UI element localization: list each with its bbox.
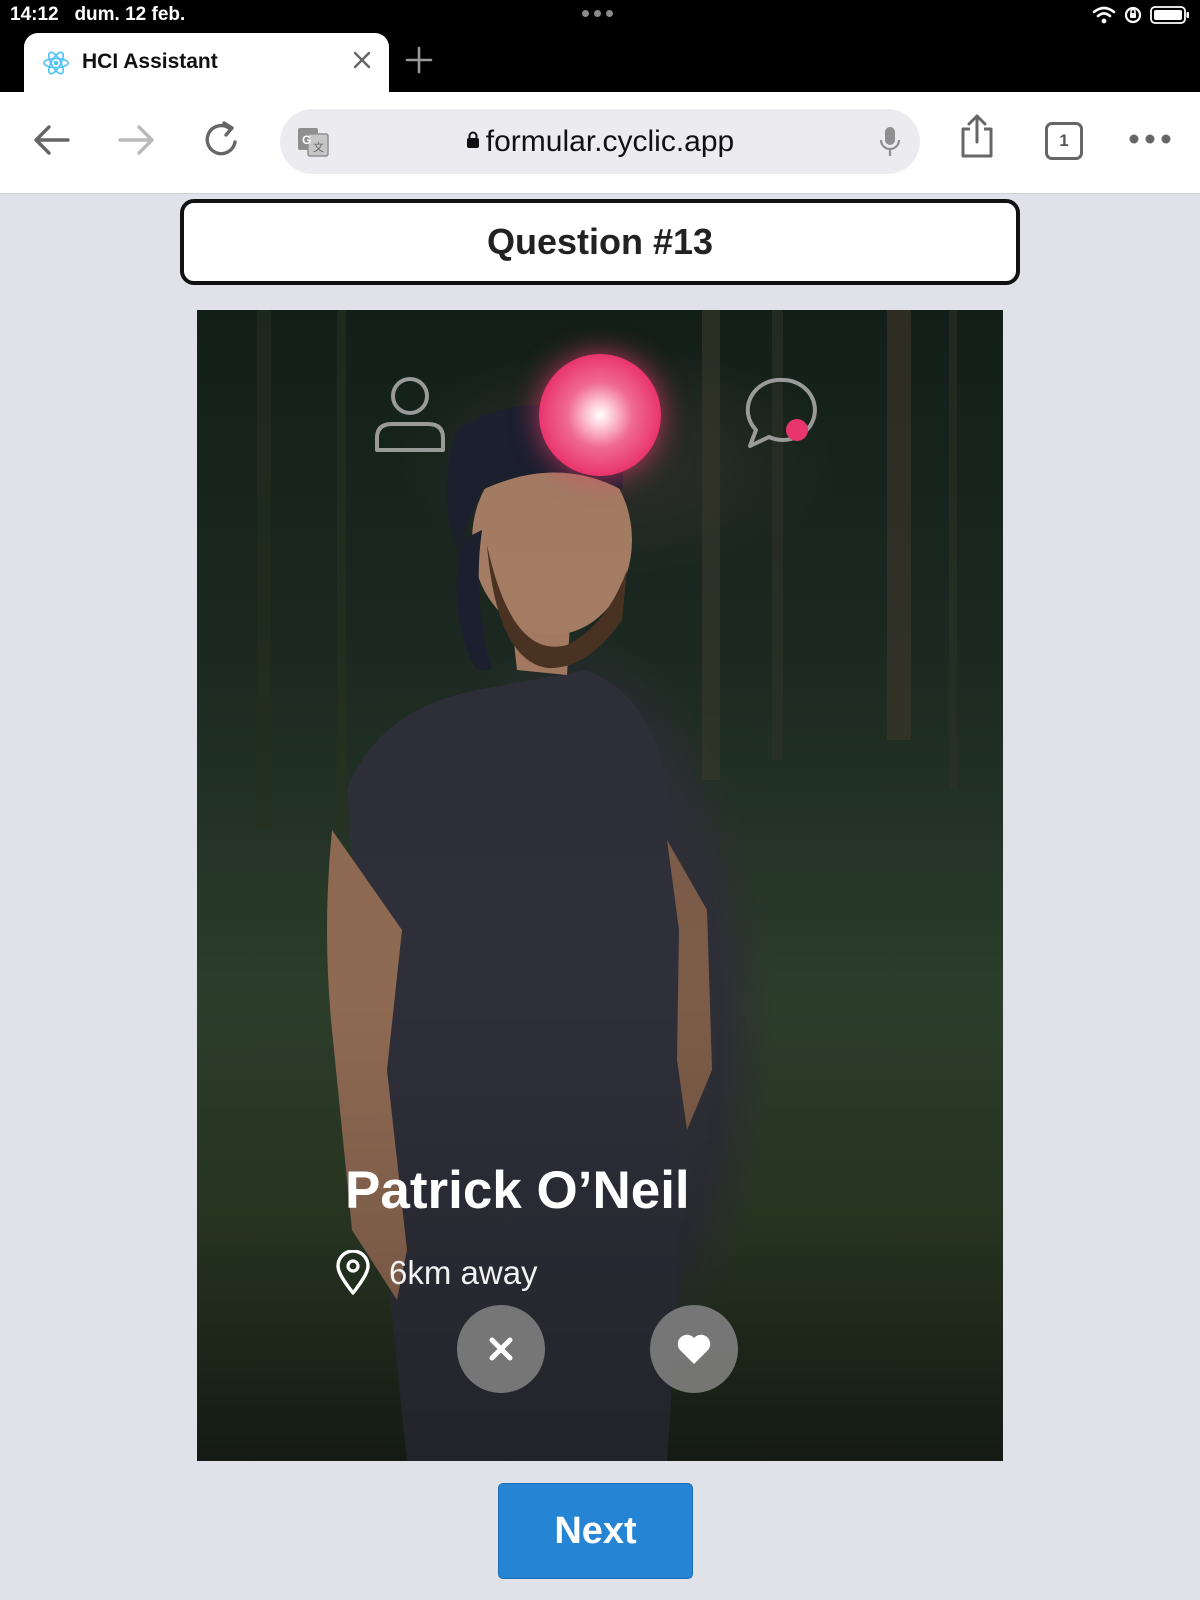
tab-count: 1 — [1059, 131, 1069, 150]
url-display: formular.cyclic.app — [280, 125, 920, 159]
browser-toolbar: G文 formular.cyclic.app 1 — [0, 92, 1200, 194]
battery-icon — [1150, 6, 1189, 24]
tab-title: HCI Assistant — [82, 50, 218, 73]
new-tab-icon[interactable] — [404, 45, 434, 75]
next-button[interactable]: Next — [498, 1483, 693, 1579]
swipe-home-icon[interactable] — [539, 354, 661, 476]
microphone-icon[interactable] — [878, 125, 902, 159]
question-header: Question #13 — [180, 199, 1020, 285]
status-time: 14:12 dum. 12 feb. — [10, 4, 185, 26]
card-shade — [197, 310, 1003, 1461]
close-icon — [489, 1337, 513, 1361]
status-icons — [1092, 5, 1190, 25]
location-row: 6km away — [335, 1250, 538, 1296]
reload-icon[interactable] — [200, 118, 244, 162]
clock-date: dum. 12 feb. — [74, 4, 186, 25]
back-arrow-icon[interactable] — [30, 118, 74, 162]
system-top-bar: 14:12 dum. 12 feb. HCI Assistant — [0, 0, 1200, 92]
distance-text: 6km away — [389, 1254, 538, 1291]
share-icon[interactable] — [957, 112, 997, 160]
user-profile-icon[interactable] — [372, 374, 448, 454]
like-button[interactable] — [650, 1305, 738, 1393]
address-bar[interactable]: G文 formular.cyclic.app — [280, 109, 920, 174]
chat-icon[interactable] — [742, 374, 822, 454]
heart-icon — [677, 1334, 711, 1364]
react-icon — [43, 51, 69, 75]
profile-name: Patrick O’Neil — [345, 1161, 690, 1220]
profile-card[interactable]: Patrick O’Neil 6km away — [197, 310, 1003, 1461]
wifi-icon — [1092, 6, 1116, 24]
forward-arrow-icon[interactable] — [114, 118, 158, 162]
location-pin-icon — [336, 1250, 370, 1295]
tabs-overview-button[interactable]: 1 — [1045, 122, 1083, 160]
reject-button[interactable] — [457, 1305, 545, 1393]
orientation-lock-icon — [1124, 6, 1142, 24]
url-text: formular.cyclic.app — [485, 125, 735, 158]
question-title: Question #13 — [486, 221, 714, 262]
close-icon[interactable] — [351, 49, 373, 71]
browser-tab[interactable]: HCI Assistant — [24, 33, 389, 92]
lock-icon — [466, 131, 479, 148]
multitasking-dots[interactable] — [582, 10, 613, 17]
more-icon[interactable] — [1128, 132, 1172, 146]
clock-time: 14:12 — [10, 4, 59, 25]
